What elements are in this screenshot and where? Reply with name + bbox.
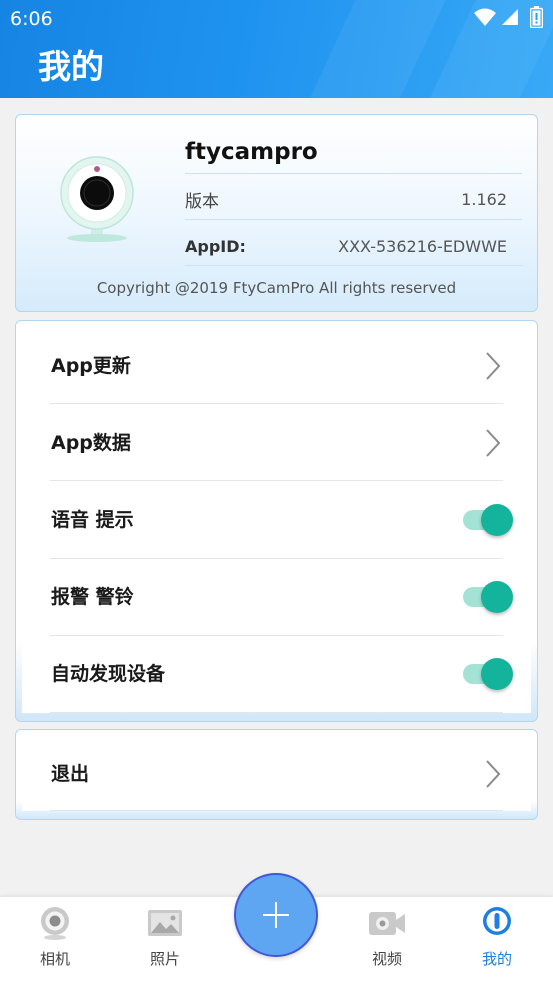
wifi-icon — [474, 8, 496, 26]
app-info-card: ftycampro 版本 1.162 AppID: XXX-536216-EDW… — [15, 114, 538, 312]
settings-list: App更新 App数据 语音 提示 报警 警铃 自动发现设备 — [22, 327, 531, 713]
divider — [50, 711, 503, 713]
alarm-bell-label: 报警 警铃 — [51, 586, 134, 609]
plus-icon — [263, 902, 289, 928]
logout-list: 退出 — [22, 736, 531, 811]
chevron-right-icon — [486, 759, 501, 788]
tab-camera[interactable]: 相机 — [15, 897, 95, 983]
tab-photos-label: 照片 — [149, 950, 180, 968]
app-header: 6:06 我的 — [0, 0, 553, 98]
auto-discover-toggle[interactable] — [463, 657, 513, 691]
tab-mine-label: 我的 — [481, 950, 512, 968]
page-title: 我的 — [38, 47, 104, 86]
tab-mine[interactable]: 我的 — [457, 897, 537, 983]
version-row: 版本 1.162 — [185, 185, 507, 213]
divider — [185, 173, 522, 174]
logout-card: 退出 — [15, 729, 538, 820]
app-name: ftycampro — [185, 139, 318, 165]
camera-tab-icon — [41, 907, 69, 940]
video-icon — [369, 912, 405, 935]
alarm-bell-toggle[interactable] — [463, 580, 513, 614]
auto-discover-label: 自动发现设备 — [51, 663, 166, 686]
auto-discover-row: 自动发现设备 — [22, 636, 531, 713]
divider — [185, 219, 522, 220]
app-data-label: App数据 — [51, 431, 131, 454]
chevron-right-icon — [486, 429, 501, 457]
toggle-knob — [481, 503, 513, 536]
webcam-icon — [60, 156, 134, 242]
chevron-right-icon — [486, 351, 501, 380]
app-update-row[interactable]: App更新 — [22, 327, 531, 405]
toggle-knob — [481, 658, 513, 691]
tab-photos[interactable]: 照片 — [125, 897, 205, 983]
app-data-row[interactable]: App数据 — [22, 404, 531, 482]
appid-value: XXX-536216-EDWWE — [338, 236, 507, 256]
tab-videos[interactable]: 视频 — [347, 897, 427, 983]
divider — [50, 810, 503, 811]
appid-label: AppID: — [185, 236, 246, 256]
app-update-label: App更新 — [51, 354, 131, 377]
alarm-bell-row: 报警 警铃 — [22, 559, 531, 636]
tab-videos-label: 视频 — [371, 950, 402, 968]
logout-row[interactable]: 退出 — [22, 736, 531, 811]
copyright-text: Copyright @2019 FtyCamPro All rights res… — [96, 279, 457, 297]
appid-row: AppID: XXX-536216-EDWWE — [185, 232, 507, 260]
settings-card: App更新 App数据 语音 提示 报警 警铃 自动发现设备 — [15, 320, 538, 722]
status-time: 6:06 — [10, 8, 53, 30]
photo-icon — [148, 910, 182, 936]
tab-camera-label: 相机 — [39, 950, 70, 968]
profile-icon — [483, 907, 511, 935]
add-device-button[interactable] — [234, 873, 318, 957]
version-value: 1.162 — [461, 189, 507, 209]
voice-prompt-label: 语音 提示 — [51, 508, 134, 531]
header-decoration — [290, 0, 460, 98]
logout-label: 退出 — [51, 762, 90, 785]
voice-prompt-toggle[interactable] — [463, 503, 513, 537]
signal-icon — [502, 9, 518, 25]
version-label: 版本 — [185, 191, 219, 212]
divider — [185, 265, 522, 266]
battery-icon — [530, 6, 543, 28]
toggle-knob — [481, 581, 513, 614]
voice-prompt-row: 语音 提示 — [22, 481, 531, 559]
